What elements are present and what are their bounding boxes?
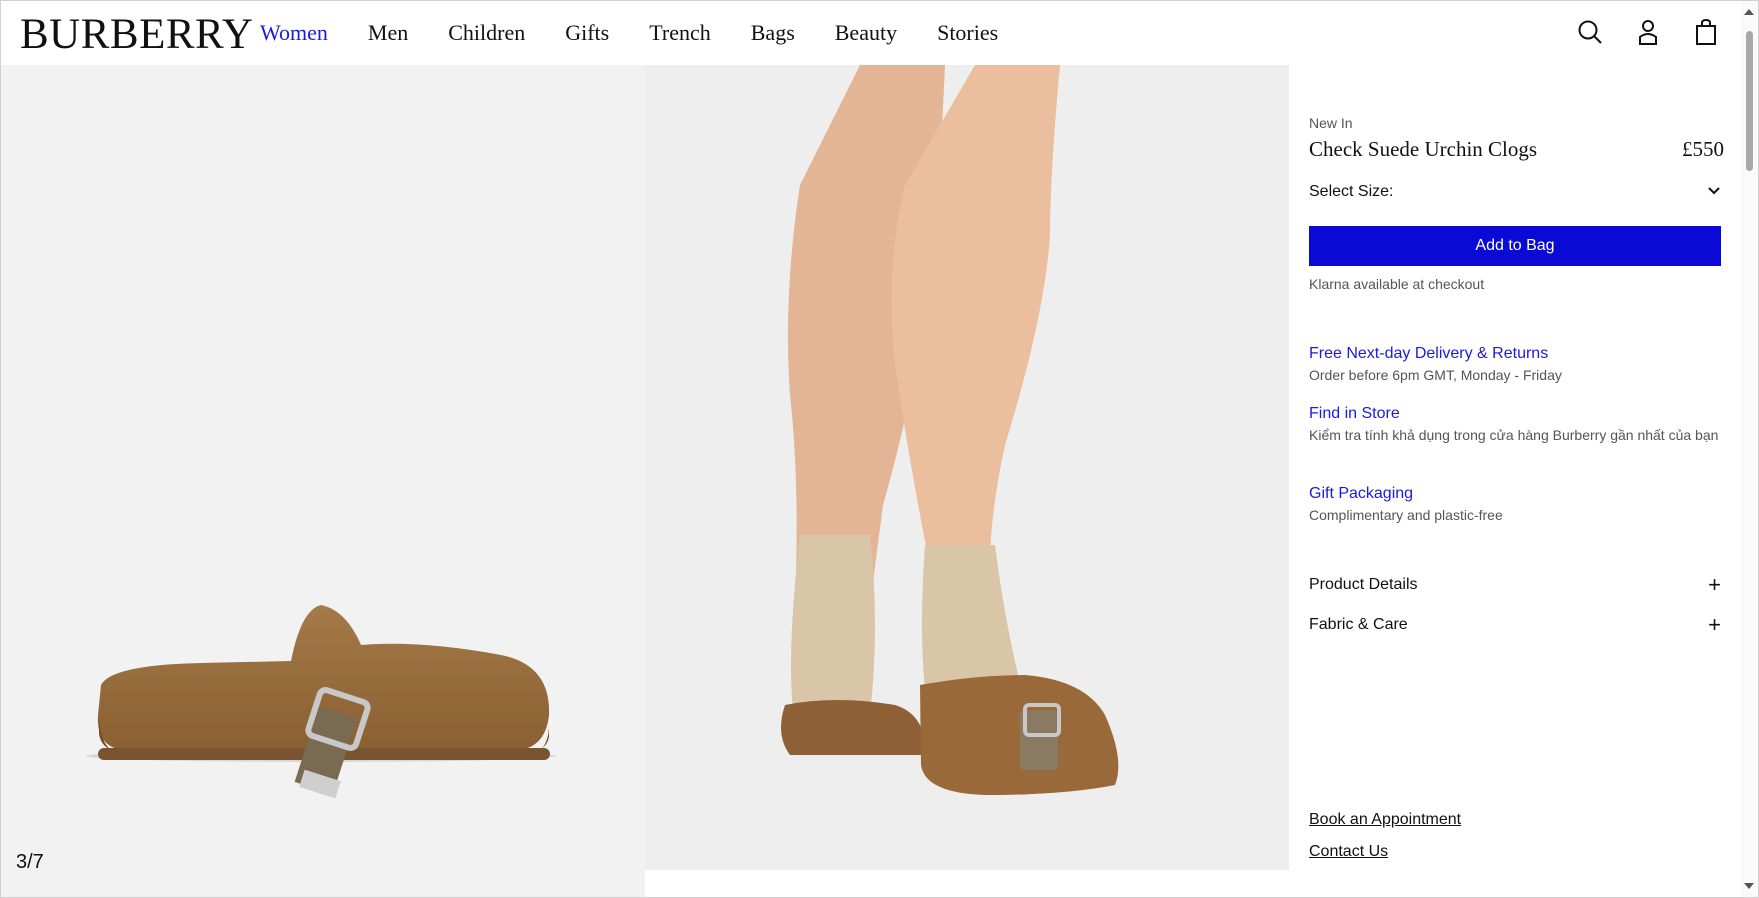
service-gift-packaging: Gift Packaging Complimentary and plastic… — [1309, 485, 1719, 525]
model-illustration — [781, 65, 1119, 795]
scroll-thumb[interactable] — [1746, 31, 1753, 171]
site-header: BURBERRY Women Men Children Gifts Trench… — [1, 1, 1741, 65]
service-find-in-store: Find in Store Kiểm tra tính khả dụng tro… — [1309, 405, 1719, 445]
size-selector[interactable]: Select Size: — [1309, 183, 1721, 201]
gallery-counter: 3/7 — [16, 851, 44, 873]
header-icons — [1577, 17, 1719, 47]
accordion-label: Product Details — [1309, 576, 1418, 593]
product-title: Check Suede Urchin Clogs — [1309, 137, 1538, 161]
nav-item-beauty[interactable]: Beauty — [835, 19, 897, 47]
accordion-label: Fabric & Care — [1309, 616, 1408, 633]
nav-item-men[interactable]: Men — [368, 19, 408, 47]
nav-item-women[interactable]: Women — [260, 19, 328, 47]
size-label: Select Size: — [1309, 183, 1394, 200]
service-delivery: Free Next-day Delivery & Returns Order b… — [1309, 345, 1719, 385]
klarna-note: Klarna available at checkout — [1309, 276, 1485, 292]
add-to-bag-button[interactable]: Add to Bag — [1309, 226, 1721, 266]
delivery-link[interactable]: Free Next-day Delivery & Returns — [1309, 345, 1719, 363]
accordion-fabric-care[interactable]: Fabric & Care + — [1309, 612, 1721, 637]
page-scrollbar[interactable] — [1741, 1, 1758, 897]
new-in-label: New In — [1309, 115, 1353, 131]
gift-packaging-desc: Complimentary and plastic-free — [1309, 507, 1503, 523]
product-image-clog[interactable] — [1, 65, 645, 897]
plus-icon: + — [1708, 572, 1721, 597]
scroll-up-arrow-icon[interactable] — [1744, 9, 1754, 15]
shopping-bag-icon[interactable] — [1693, 17, 1719, 47]
contact-us-link[interactable]: Contact Us — [1309, 843, 1388, 861]
scroll-down-arrow-icon[interactable] — [1744, 883, 1754, 889]
nav-item-bags[interactable]: Bags — [751, 19, 795, 47]
product-panel: New In Check Suede Urchin Clogs £550 Sel… — [1289, 65, 1741, 897]
find-in-store-link[interactable]: Find in Store — [1309, 405, 1719, 423]
browser-viewport: BURBERRY Women Men Children Gifts Trench… — [0, 0, 1759, 898]
nav-item-stories[interactable]: Stories — [937, 19, 998, 47]
nav-item-trench[interactable]: Trench — [649, 19, 711, 47]
main-nav: Women Men Children Gifts Trench Bags Bea… — [260, 19, 998, 47]
account-icon[interactable] — [1635, 17, 1661, 47]
nav-item-gifts[interactable]: Gifts — [565, 19, 609, 47]
gift-packaging-link[interactable]: Gift Packaging — [1309, 485, 1719, 503]
delivery-desc: Order before 6pm GMT, Monday - Friday — [1309, 367, 1562, 383]
product-image-model[interactable] — [645, 65, 1289, 870]
clog-illustration — [86, 605, 556, 799]
search-icon[interactable] — [1577, 17, 1603, 47]
brand-logo[interactable]: BURBERRY — [20, 13, 253, 57]
chevron-down-icon — [1707, 183, 1721, 201]
plus-icon: + — [1708, 612, 1721, 637]
accordion-product-details[interactable]: Product Details + — [1309, 572, 1721, 597]
nav-item-children[interactable]: Children — [448, 19, 525, 47]
book-appointment-link[interactable]: Book an Appointment — [1309, 811, 1461, 829]
product-price: £550 — [1682, 137, 1724, 161]
find-in-store-desc: Kiểm tra tính khả dụng trong cửa hàng Bu… — [1309, 427, 1719, 443]
